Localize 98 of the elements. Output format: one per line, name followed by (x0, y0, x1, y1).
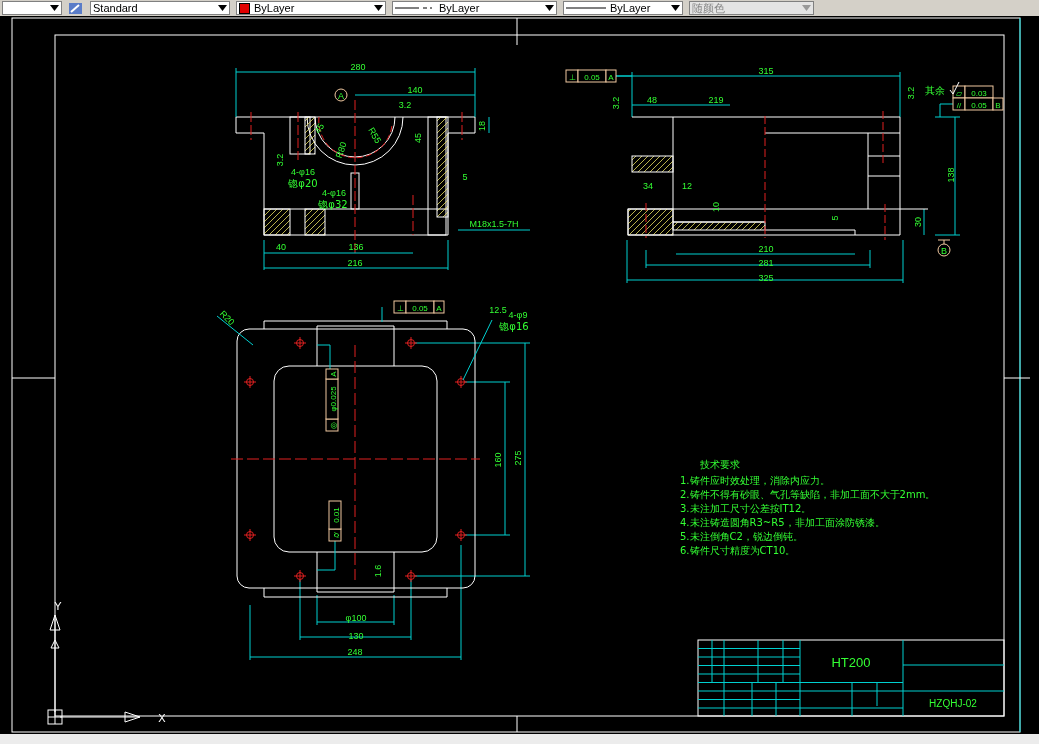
dropdown-arrow-icon (802, 5, 811, 11)
dimension-label: 锪φ32 (318, 199, 348, 210)
tolerance-value: A (608, 72, 614, 82)
dimension-label: 281 (758, 258, 774, 268)
dropdown[interactable]: Standard (90, 1, 230, 15)
leader-line (381, 306, 383, 323)
dimension-label: 18 (477, 121, 487, 131)
dropdown-arrow-icon (218, 5, 227, 11)
dimension-label: 34 (643, 181, 653, 191)
dimension-label: 45 (312, 121, 327, 136)
dimension-label: 315 (758, 66, 774, 76)
color-swatch-icon (239, 2, 250, 14)
tolerance-symbol: ⏥ (956, 88, 962, 98)
requirements-heading: 技术要求 (700, 459, 740, 470)
dropdown[interactable]: ByLayer (392, 1, 557, 15)
dimension-label: M18x1.5-7H (469, 219, 519, 229)
dimension-label: 30 (913, 217, 923, 227)
dimension-label: 3.2 (611, 96, 621, 110)
dimension-label: 3.2 (906, 86, 916, 100)
dimension-label: φ100 (345, 613, 367, 623)
dimension-label: 248 (347, 647, 363, 657)
dimension-label: 10 (711, 202, 721, 212)
dimension-label: 216 (347, 258, 363, 268)
dropdown-value: ByLayer (254, 2, 296, 14)
requirement-line: 2.铸件不得有砂眼、气孔等缺陷，非加工面不大于2mm。 (680, 489, 936, 500)
tolerance-value: A (436, 303, 442, 313)
dimension-label: 12 (682, 181, 692, 191)
axis-label: X (158, 712, 166, 724)
drawing-number: HZQHJ-02 (929, 698, 977, 709)
tolerance-value: 0.05 (412, 303, 428, 313)
dimension-label: 48 (647, 95, 657, 105)
dimension-label: 锪φ16 (499, 321, 529, 332)
tolerance-value: 0.05 (584, 72, 600, 82)
dimension-line (923, 208, 925, 236)
dimension-label: 12.5 (489, 305, 507, 315)
dimension-label: 325 (758, 273, 774, 283)
leader-line (462, 319, 493, 381)
tolerance-value: 0.03 (971, 88, 987, 98)
dimension-line (488, 116, 490, 134)
dimension-label: 219 (708, 95, 724, 105)
roughness-note: 其余 (925, 85, 945, 96)
dimension-label: 160 (493, 452, 503, 468)
dropdown[interactable]: ByLayer (236, 1, 386, 15)
requirement-line: 5.未注倒角C2，锐边倒钝。 (680, 531, 803, 542)
tolerance-value: 0.01 (331, 507, 341, 523)
tolerance-value: 0.05 (971, 100, 987, 110)
dimension-label: 280 (350, 62, 366, 72)
tolerance-value: A (328, 371, 338, 377)
dropdown-value: ByLayer (610, 2, 652, 14)
dropdown-arrow-icon (545, 5, 554, 11)
requirement-line: 4.未注铸造圆角R3~R5，非加工面涂防锈漆。 (680, 517, 885, 528)
tolerance-symbol: ⊥ (396, 303, 404, 313)
dimension-label: 5 (830, 215, 840, 221)
datum-label: A (338, 90, 344, 101)
tolerance-symbol: ⌭ (331, 532, 341, 538)
dimension-label: 275 (513, 450, 523, 466)
dropdown-arrow-icon (50, 5, 59, 11)
dimension-label: 4-φ16 (291, 167, 315, 177)
dimension-label: R20 (217, 308, 237, 328)
combo-box[interactable] (2, 1, 62, 15)
tolerance-symbol: // (956, 100, 962, 110)
dimension-label: 3.2 (398, 100, 412, 110)
dimension-label: 5 (462, 172, 468, 182)
tolerance-symbol: ⊥ (568, 72, 576, 82)
text-style-icon[interactable] (68, 1, 84, 15)
axis-label: Y (54, 600, 62, 612)
dropdown-value: 随颜色 (692, 0, 726, 16)
ucs-icon (47, 614, 141, 725)
dimension-label: 40 (276, 242, 286, 252)
requirement-line: 3.未注加工尺寸公差按IT12。 (680, 503, 812, 514)
dimension-label: 45 (413, 133, 423, 143)
dropdown-value: Standard (93, 2, 139, 14)
dimension-label: 130 (348, 631, 364, 641)
roughness-icon (949, 81, 960, 95)
tolerance-symbol: ◎ (328, 421, 338, 429)
leader-line (939, 103, 954, 118)
dimension-label: 136 (348, 242, 364, 252)
dropdown[interactable]: ByLayer (563, 1, 683, 15)
datum-label: B (941, 245, 947, 256)
dimension-label: 138 (946, 167, 956, 183)
solid-line-icon (566, 5, 606, 11)
dropdown-arrow-icon (374, 5, 383, 11)
dimension-label: R80 (333, 140, 349, 160)
dashed-line-icon (395, 5, 435, 11)
dimension-label: 3.2 (275, 153, 285, 167)
dimension-label: 4-φ16 (322, 188, 346, 198)
dimension-label: 1.6 (373, 564, 383, 578)
dimension-label: 140 (407, 85, 423, 95)
dropdown-value: ByLayer (439, 2, 481, 14)
tolerance-value: φ0.025 (328, 386, 338, 412)
requirement-line: 1.铸件应时效处理，消除内应力。 (680, 475, 830, 486)
dimension-label: 锪φ20 (288, 178, 318, 189)
material-label: HT200 (831, 655, 871, 670)
tolerance-value: B (995, 100, 1001, 110)
dimension-label: 4-φ9 (508, 310, 528, 320)
dropdown-arrow-icon (671, 5, 680, 11)
requirement-line: 6.铸件尺寸精度为CT10。 (680, 545, 796, 556)
dimension-label: 210 (758, 244, 774, 254)
